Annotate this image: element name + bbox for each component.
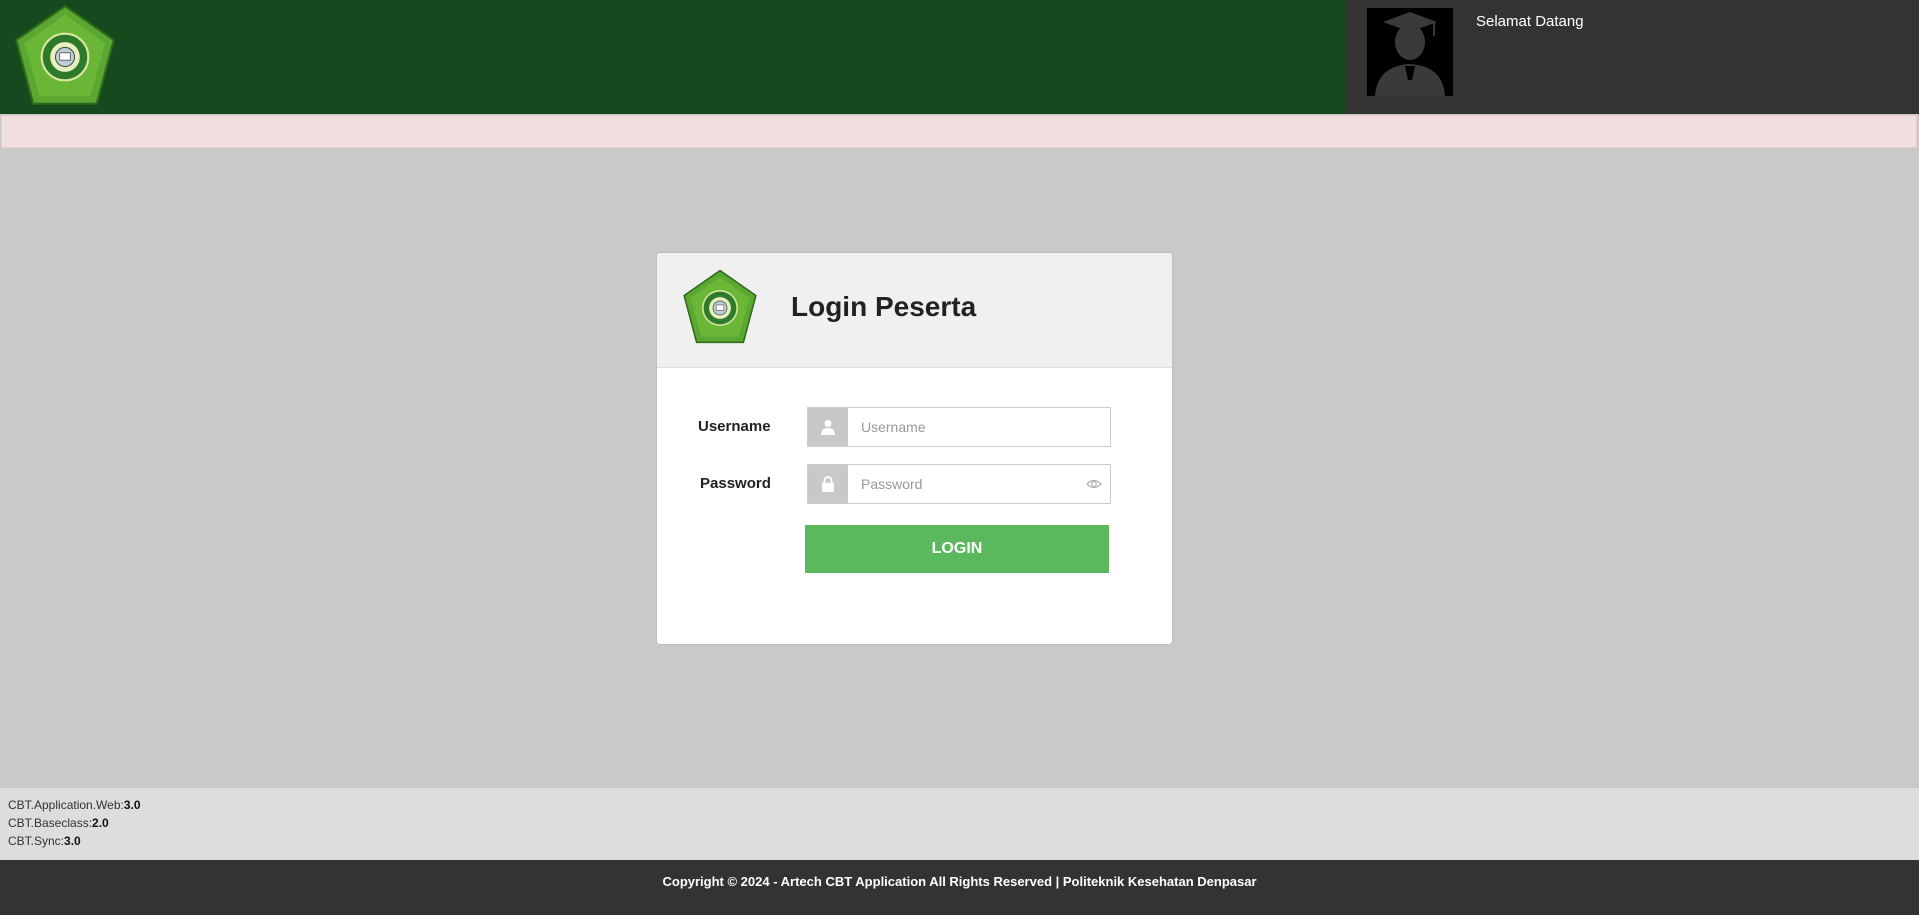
version-name: CBT.Baseclass: — [8, 816, 93, 830]
login-button[interactable]: LOGIN — [805, 525, 1109, 573]
password-label: Password — [700, 475, 771, 492]
password-field[interactable] — [848, 465, 1110, 503]
version-value: 2.0 — [92, 816, 109, 830]
footer: Copyright © 2024 - Artech CBT Applicatio… — [0, 860, 1919, 915]
top-header: Selamat Datang — [0, 0, 1919, 114]
institution-logo — [15, 4, 115, 105]
lock-icon — [808, 465, 848, 503]
version-info: CBT.Application.Web:3.0 CBT.Baseclass:2.… — [0, 788, 1919, 860]
institution-logo — [683, 269, 757, 344]
login-card-header: Login Peserta — [657, 253, 1172, 368]
login-card: Login Peserta Username Password LOGIN — [657, 253, 1172, 644]
user-avatar-icon — [1367, 8, 1453, 96]
version-item: CBT.Sync:3.0 — [8, 834, 81, 848]
version-item: CBT.Application.Web:3.0 — [8, 798, 141, 812]
version-value: 3.0 — [64, 834, 81, 848]
username-label: Username — [698, 418, 771, 435]
version-name: CBT.Sync: — [8, 834, 65, 848]
password-input-group — [807, 464, 1111, 504]
username-field[interactable] — [848, 408, 1110, 446]
version-name: CBT.Application.Web: — [8, 798, 124, 812]
copyright-text: Copyright © 2024 - Artech CBT Applicatio… — [662, 874, 1257, 889]
version-item: CBT.Baseclass:2.0 — [8, 816, 109, 830]
version-value: 3.0 — [123, 798, 141, 812]
welcome-text: Selamat Datang — [1476, 13, 1584, 30]
page-title: Login Peserta — [791, 291, 977, 322]
user-panel: Selamat Datang — [1345, 0, 1919, 114]
username-input-group — [807, 407, 1111, 447]
eye-icon[interactable] — [1086, 476, 1102, 492]
alert-bar — [1, 115, 1917, 148]
user-icon — [808, 408, 848, 446]
